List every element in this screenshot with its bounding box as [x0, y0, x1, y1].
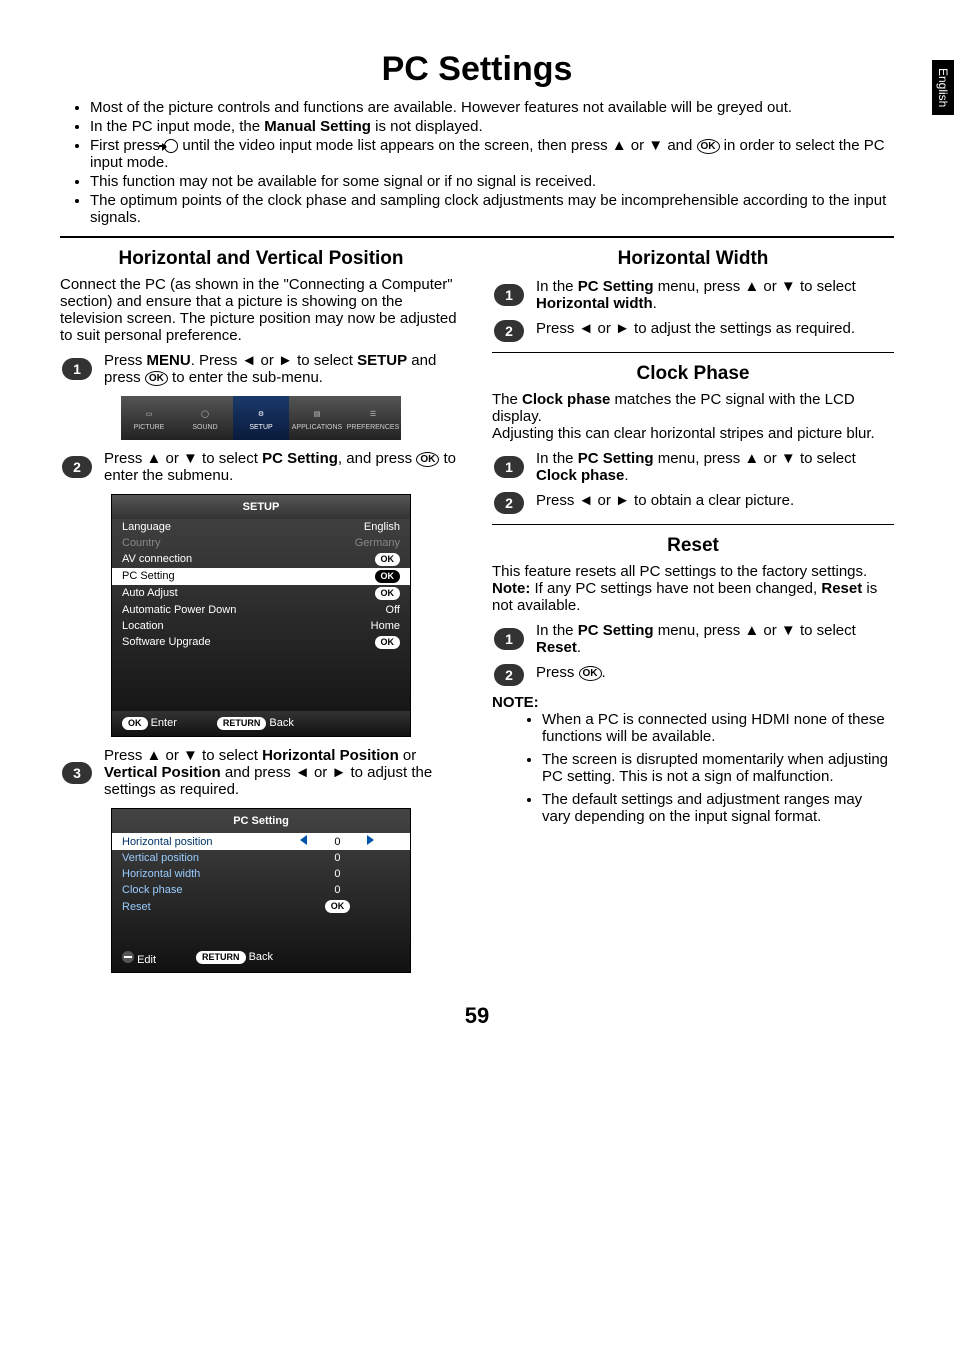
step-badge-3: 3	[60, 747, 94, 798]
note-heading: NOTE:	[492, 694, 894, 711]
setup-row: CountryGermany	[112, 535, 410, 551]
step-badge-1: 1	[492, 278, 526, 312]
language-tab: English	[932, 60, 954, 115]
cp-heading: Clock Phase	[492, 363, 894, 385]
step-badge-1: 1	[492, 450, 526, 484]
svg-text:2: 2	[73, 459, 81, 475]
right-column: Horizontal Width 1 In the PC Setting men…	[492, 248, 894, 983]
edit-label: Edit	[137, 954, 156, 966]
pc-row: Horizontal width0	[112, 866, 410, 882]
svg-text:1: 1	[505, 459, 513, 475]
svg-text:2: 2	[505, 495, 513, 511]
hw-heading: Horizontal Width	[492, 248, 894, 270]
note-list: When a PC is connected using HDMI none o…	[542, 711, 894, 825]
note-item: When a PC is connected using HDMI none o…	[542, 711, 894, 745]
note-item: The default settings and adjustment rang…	[542, 791, 894, 825]
svg-text:2: 2	[505, 667, 513, 683]
rs-note: Note: If any PC settings have not been c…	[492, 580, 894, 614]
pc-setting-osd: PC Setting Horizontal position0Vertical …	[111, 808, 411, 973]
menu-tab-sound: ◯SOUND	[177, 396, 233, 440]
setup-row: PC SettingOK	[112, 568, 410, 585]
menu-tab-picture: ▭PICTURE	[121, 396, 177, 440]
cp-intro2: Adjusting this can clear horizontal stri…	[492, 425, 894, 442]
enter-label: Enter	[151, 717, 177, 729]
hw-step1: In the PC Setting menu, press ▲ or ▼ to …	[536, 278, 894, 312]
step-badge-1: 1	[492, 622, 526, 656]
return-pill: RETURN	[217, 717, 267, 730]
setup-row: AV connectionOK	[112, 551, 410, 568]
svg-text:1: 1	[73, 361, 81, 377]
menu-tab-preferences: ☰PREFERENCES	[345, 396, 401, 440]
hv-step2: Press ▲ or ▼ to select PC Setting, and p…	[104, 450, 462, 484]
cp-step1: In the PC Setting menu, press ▲ or ▼ to …	[536, 450, 894, 484]
hw-step2: Press ◄ or ► to adjust the settings as r…	[536, 320, 894, 342]
setup-row: LanguageEnglish	[112, 519, 410, 535]
svg-text:1: 1	[505, 631, 513, 647]
cp-intro1: The Clock phase matches the PC signal wi…	[492, 391, 894, 425]
setup-row: Automatic Power DownOff	[112, 602, 410, 618]
cp-step2: Press ◄ or ► to obtain a clear picture.	[536, 492, 894, 514]
setup-menu-bar: ▭PICTURE◯SOUND⚙SETUP▤APPLICATIONS☰PREFER…	[121, 396, 401, 440]
hv-position-heading: Horizontal and Vertical Position	[60, 248, 462, 270]
note-item: The screen is disrupted momentarily when…	[542, 751, 894, 785]
separator	[60, 236, 894, 238]
back-label: Back	[269, 717, 293, 729]
intro-bullet: This function may not be available for s…	[90, 173, 894, 190]
intro-bullets: Most of the picture controls and functio…	[90, 99, 894, 226]
rs-step1: In the PC Setting menu, press ▲ or ▼ to …	[536, 622, 894, 656]
setup-osd-title: SETUP	[112, 495, 410, 519]
pc-osd-title: PC Setting	[112, 809, 410, 833]
enter-pill: OK	[122, 717, 148, 730]
separator	[492, 352, 894, 353]
intro-bullet: First press until the video input mode l…	[90, 137, 894, 171]
page-title: PC Settings	[60, 50, 894, 89]
rs-intro: This feature resets all PC settings to t…	[492, 563, 894, 580]
pc-row: Clock phase0	[112, 882, 410, 898]
back-label-2: Back	[249, 951, 273, 963]
svg-text:2: 2	[505, 323, 513, 339]
menu-tab-applications: ▤APPLICATIONS	[289, 396, 345, 440]
rs-step2: Press OK.	[536, 664, 894, 686]
pc-row: ResetOK	[112, 898, 410, 915]
svg-text:1: 1	[505, 287, 513, 303]
joystick-icon	[122, 951, 134, 963]
step-badge-2: 2	[492, 320, 526, 342]
setup-row: LocationHome	[112, 618, 410, 634]
setup-row: Software UpgradeOK	[112, 634, 410, 651]
separator	[492, 524, 894, 525]
pc-row: Vertical position0	[112, 850, 410, 866]
intro-bullet: Most of the picture controls and functio…	[90, 99, 894, 116]
step-badge-1: 1	[60, 352, 94, 386]
menu-tab-setup: ⚙SETUP	[233, 396, 289, 440]
setup-osd: SETUP LanguageEnglishCountryGermanyAV co…	[111, 494, 411, 737]
hv-step3: Press ▲ or ▼ to select Horizontal Positi…	[104, 747, 462, 798]
svg-text:3: 3	[73, 765, 81, 781]
rs-heading: Reset	[492, 535, 894, 557]
intro-bullet: The optimum points of the clock phase an…	[90, 192, 894, 226]
return-pill-2: RETURN	[196, 951, 246, 964]
step-badge-2: 2	[60, 450, 94, 484]
hv-step1: Press MENU. Press ◄ or ► to select SETUP…	[104, 352, 462, 386]
intro-bullet: In the PC input mode, the Manual Setting…	[90, 118, 894, 135]
page-number: 59	[60, 1003, 894, 1029]
left-column: Horizontal and Vertical Position Connect…	[60, 248, 462, 983]
setup-row: Auto AdjustOK	[112, 585, 410, 602]
hv-intro: Connect the PC (as shown in the "Connect…	[60, 276, 462, 344]
step-badge-2: 2	[492, 492, 526, 514]
step-badge-2: 2	[492, 664, 526, 686]
pc-row: Horizontal position0	[112, 833, 410, 850]
